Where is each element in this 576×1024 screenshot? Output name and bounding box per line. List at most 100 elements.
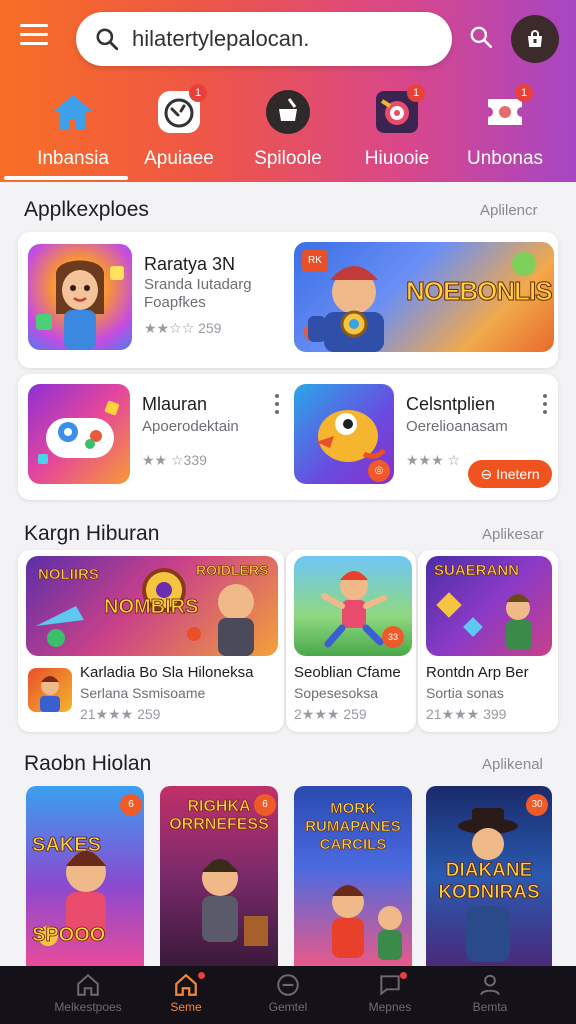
message-icon bbox=[340, 970, 440, 1000]
active-category-indicator bbox=[4, 176, 128, 180]
game-poster[interactable]: DIAKANE KODNIRAS 30 bbox=[426, 786, 552, 966]
category-spiloole[interactable]: Spiloole bbox=[233, 88, 343, 170]
banner-title: NOEBONLIS bbox=[406, 276, 554, 307]
app-rating: 2★★★ 259 bbox=[294, 706, 367, 722]
nav-label: Melkestpoes bbox=[54, 1000, 122, 1014]
game-thumbnail: 33 bbox=[294, 556, 412, 656]
app-header: Inbansia 1 Apuiaee Spiloole bbox=[0, 0, 576, 182]
more-options-icon[interactable] bbox=[540, 394, 550, 418]
category-unbonas[interactable]: 1 Unbonas bbox=[450, 84, 560, 170]
target-icon: 1 bbox=[373, 84, 425, 136]
section-see-all-link[interactable]: Aplikenal bbox=[482, 756, 543, 773]
featured-banner[interactable]: RK NOEBONLIS bbox=[294, 242, 554, 352]
featured-banner: NOLIIRS NOMBIRS ROIDLERS bbox=[26, 556, 278, 656]
banner-title: NOMBIRS bbox=[104, 596, 199, 619]
install-button[interactable]: ⊖ Inetern bbox=[468, 460, 552, 488]
game-thumbnail: SUAERANN bbox=[426, 556, 552, 656]
banner-title: SUAERANN bbox=[434, 562, 520, 580]
banner-title: NOLIIRS bbox=[38, 566, 99, 584]
poster-badge: 6 bbox=[254, 794, 276, 816]
search-icon bbox=[96, 28, 119, 51]
section-title: Kargn Hiburan bbox=[24, 522, 160, 545]
game-card[interactable]: SUAERANN Rontdn Arp Ber Sortia sonas 21★… bbox=[418, 550, 558, 732]
app-rating: ★★☆☆ 259 bbox=[144, 320, 222, 336]
category-row: Inbansia 1 Apuiaee Spiloole 1 Hiuooie 1 … bbox=[0, 84, 576, 180]
nav-item-gemtel[interactable]: Gemtel bbox=[238, 970, 338, 1014]
poster-badge: 30 bbox=[526, 794, 548, 816]
circle-minus-icon bbox=[238, 970, 338, 1000]
search-input[interactable] bbox=[132, 26, 432, 52]
category-hiuooie[interactable]: 1 Hiuooie bbox=[342, 84, 452, 170]
search-bar[interactable] bbox=[76, 12, 452, 66]
poster-title: SAKES SPOOO bbox=[32, 834, 106, 947]
app-name: Karladia Bo Sla Hiloneksa bbox=[80, 664, 254, 681]
app-name[interactable]: Celsntplien bbox=[406, 394, 495, 415]
app-card-row: Raratya 3N Sranda Iutadarg Foapfkes ★★☆☆… bbox=[18, 232, 558, 368]
app-subtitle: Sortia sonas bbox=[426, 685, 504, 701]
app-subtitle: Serlana Ssmisoame bbox=[80, 685, 206, 701]
person-icon bbox=[440, 970, 540, 1000]
category-label: Hiuooie bbox=[364, 148, 430, 169]
app-name[interactable]: Raratya 3N bbox=[144, 254, 235, 275]
ticket-icon: 1 bbox=[481, 84, 533, 136]
section-see-all-link[interactable]: Aplikesar bbox=[482, 526, 544, 543]
app-name[interactable]: Mlauran bbox=[142, 394, 207, 415]
nav-label: Gemtel bbox=[268, 1000, 308, 1014]
app-subtitle: Sopesesoksa bbox=[294, 685, 379, 701]
game-poster[interactable]: RIGHKA ORRNEFESS 6 bbox=[160, 786, 278, 966]
more-options-icon[interactable] bbox=[272, 394, 282, 418]
category-label: Apuiaee bbox=[144, 148, 214, 169]
gamepad-icon: 1 bbox=[155, 84, 207, 136]
category-badge: 1 bbox=[515, 84, 533, 102]
poster-badge: 6 bbox=[120, 794, 142, 816]
game-poster[interactable]: SAKES SPOOO 6 bbox=[26, 786, 144, 966]
house-outline-icon bbox=[38, 970, 138, 1000]
poster-title: DIAKANE KODNIRAS bbox=[438, 860, 540, 904]
shopping-bag-icon[interactable] bbox=[511, 15, 559, 63]
app-thumbnail[interactable] bbox=[28, 384, 130, 484]
install-label: Inetern bbox=[496, 466, 540, 482]
app-icon bbox=[28, 668, 72, 712]
app-rating: 21★★★ 259 bbox=[80, 706, 161, 722]
nav-item-seme[interactable]: Seme bbox=[136, 970, 236, 1014]
banner-title: ROIDLERS bbox=[196, 562, 269, 579]
nav-item-bemta[interactable]: Bemta bbox=[440, 970, 540, 1014]
nav-label: Mepnes bbox=[368, 1000, 412, 1014]
nav-label: Bemta bbox=[472, 1000, 508, 1014]
house-icon bbox=[136, 970, 236, 1000]
category-inbansia[interactable]: Inbansia bbox=[18, 88, 128, 170]
banner-badge: RK bbox=[302, 250, 328, 272]
game-poster[interactable]: MORK RUMAPANES CARCILS bbox=[294, 786, 412, 966]
section-title: Applkexploes bbox=[24, 198, 149, 221]
nav-item-melkestpoes[interactable]: Melkestpoes bbox=[38, 970, 138, 1014]
app-subtitle: Apoerodektain bbox=[142, 418, 239, 435]
game-badge: 33 bbox=[382, 626, 404, 648]
app-subtitle: Oerelioanasam bbox=[406, 418, 508, 435]
nav-item-mepnes[interactable]: Mepnes bbox=[340, 970, 440, 1014]
category-label: Unbonas bbox=[466, 148, 544, 169]
section-see-all-link[interactable]: Aplilencr bbox=[480, 202, 538, 219]
install-icon: ⊖ bbox=[480, 465, 493, 482]
featured-game-card[interactable]: NOLIIRS NOMBIRS ROIDLERS Karladia Bo Sla… bbox=[18, 550, 284, 732]
header-search-icon[interactable] bbox=[468, 24, 496, 54]
app-rating: ★★★ ☆ bbox=[406, 452, 461, 468]
app-rating: ★★ ☆339 bbox=[142, 452, 207, 468]
app-badge-icon: ◎ bbox=[368, 460, 390, 482]
app-thumbnail[interactable] bbox=[28, 244, 132, 350]
app-rating: 21★★★ 399 bbox=[426, 706, 507, 722]
menu-icon[interactable] bbox=[20, 24, 54, 54]
pencil-bag-icon bbox=[264, 88, 312, 136]
bottom-navigation: Melkestpoes Seme Gemtel Mepnes Bemta bbox=[0, 966, 576, 1024]
game-card[interactable]: 33 Seoblian Cfame Sopesesoksa 2★★★ 259 bbox=[286, 550, 416, 732]
section-title: Raobn Hiolan bbox=[24, 752, 152, 775]
category-apuiaee[interactable]: 1 Apuiaee bbox=[124, 84, 234, 170]
app-name: Rontdn Arp Ber bbox=[426, 664, 529, 681]
app-name: Seoblian Cfame bbox=[294, 664, 401, 681]
app-thumbnail[interactable]: ◎ bbox=[294, 384, 394, 484]
poster-title: MORK RUMAPANES CARCILS bbox=[305, 800, 401, 854]
category-label: Inbansia bbox=[37, 148, 109, 169]
home-icon bbox=[49, 88, 97, 136]
category-badge: 1 bbox=[407, 84, 425, 102]
app-subtitle: Foapfkes bbox=[144, 294, 206, 311]
category-label: Spiloole bbox=[254, 148, 322, 169]
